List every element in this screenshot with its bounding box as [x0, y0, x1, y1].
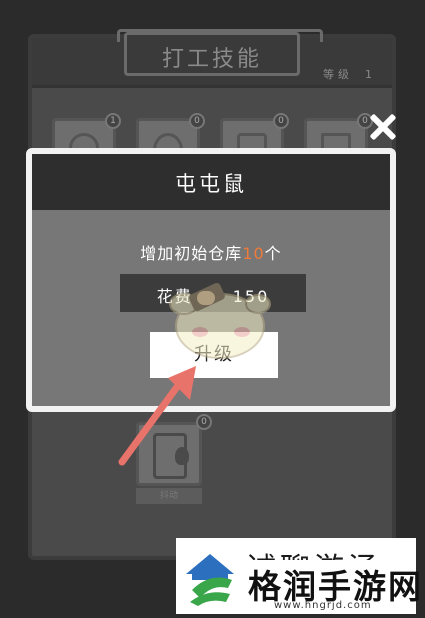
dialog-title: 屯屯鼠 [175, 172, 247, 196]
description-value: 10 [242, 244, 265, 263]
upgrade-dialog: 屯屯鼠 增加初始仓库10个 花费 150 升级 [26, 148, 396, 412]
description-prefix: 增加初始仓库 [140, 244, 243, 263]
level-label: 等级 [323, 68, 353, 81]
skill-count: 1 [105, 113, 121, 129]
skill-description: 增加初始仓库10个 [32, 240, 390, 264]
cost-text: 花费 150 [120, 283, 306, 307]
phone-fire-icon [136, 422, 202, 486]
skill-slot-phone[interactable]: 0 抖动 [136, 414, 212, 504]
watermark: 诚聊游涵 格润手游网 www.hngrjd.com [176, 538, 421, 614]
skills-panel-title: 打工技能 [161, 47, 262, 72]
skill-label: 抖动 [136, 488, 202, 504]
skills-title-frame: 打工技能 [117, 29, 323, 76]
upgrade-button[interactable]: 升级 [150, 332, 278, 378]
coin-icon [196, 290, 215, 305]
skill-count: 0 [196, 414, 212, 430]
cost-bar: 花费 150 [120, 274, 306, 312]
description-suffix: 个 [264, 244, 282, 263]
dialog-header: 屯屯鼠 [32, 154, 390, 210]
watermark-top: 诚聊游涵 [246, 540, 416, 560]
site-logo-icon [186, 554, 234, 606]
watermark-url: www.hngrjd.com [274, 600, 372, 611]
level-indicator: 等级 1 [311, 66, 376, 82]
level-value: 1 [365, 68, 376, 81]
cost-value: 150 [232, 287, 270, 306]
close-icon[interactable] [368, 112, 398, 142]
watermark-top-text: 诚聊游涵 [246, 544, 382, 560]
skill-count: 0 [189, 113, 205, 129]
skill-count: 0 [273, 113, 289, 129]
cost-label: 花费 [156, 287, 193, 306]
